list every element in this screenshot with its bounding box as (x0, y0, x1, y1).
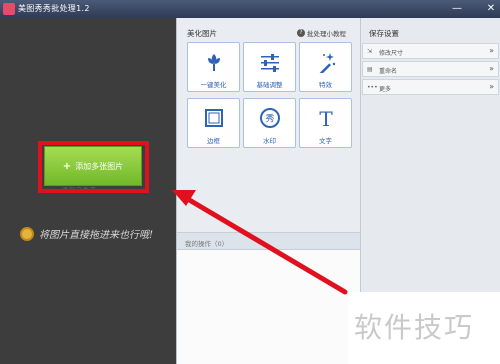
tool-label: 一键美化 (200, 81, 227, 89)
save-row-label: 修改尺寸 (379, 50, 404, 57)
tool-label: 基础调整 (256, 81, 283, 89)
watermark-glyph: 秀 (265, 113, 274, 125)
mascot-icon (20, 226, 34, 241)
close-button[interactable]: ✕ (484, 3, 498, 15)
tool-frame[interactable]: 边框 (187, 98, 240, 148)
flower-icon (202, 50, 226, 74)
save-row-resize[interactable]: ⇲ 修改尺寸 » (362, 43, 499, 59)
tool-effects[interactable]: 特效 (299, 42, 352, 92)
tool-one-click-beautify[interactable]: 一键美化 (187, 42, 240, 92)
tool-watermark[interactable]: 秀 水印 (243, 98, 296, 148)
beautify-title: 美化图片 (187, 29, 217, 38)
watermark-text: 软件技巧 (354, 311, 475, 344)
chevron-right-icon: » (489, 64, 494, 73)
chevron-right-icon: » (489, 46, 494, 55)
save-settings-title: 保存设置 (369, 29, 399, 38)
watermark-icon: 秀 (258, 106, 282, 130)
beautify-panel: 美化图片 ? 批处理小教程 一键美化 基础调整 特效 边框 秀 水印 T 文字 … (176, 18, 361, 364)
text-icon: T (314, 106, 338, 130)
chevron-right-icon: » (489, 82, 494, 91)
save-row-rename[interactable]: ▤ 重命名 » (362, 61, 499, 77)
tutorial-label: 批处理小教程 (307, 30, 346, 38)
tool-label: 特效 (319, 81, 332, 89)
resize-icon: ⇲ (367, 48, 373, 55)
tool-text[interactable]: T 文字 (299, 98, 352, 148)
tool-label: 文字 (319, 137, 332, 145)
my-operations-header: 我的操作（0） (177, 232, 361, 250)
minimize-button[interactable]: — (450, 3, 464, 15)
help-icon: ? (297, 29, 305, 37)
sliders-icon (258, 50, 282, 74)
magic-wand-icon (314, 50, 338, 74)
save-row-more[interactable]: ••• 更多 » (362, 79, 499, 95)
save-row-label: 更多 (379, 86, 392, 93)
tool-label: 水印 (263, 137, 276, 145)
tool-label: 边框 (207, 137, 220, 145)
title-bar: 美图秀秀批处理1.2 — ✕ (0, 0, 500, 18)
highlight-box (38, 141, 149, 193)
save-row-label: 重命名 (379, 68, 398, 75)
frame-icon (202, 106, 226, 130)
window-title: 美图秀秀批处理1.2 (18, 4, 90, 13)
text-glyph: T (319, 107, 333, 129)
more-icon: ••• (367, 84, 378, 91)
rename-icon: ▤ (367, 66, 373, 73)
drag-hint: 将图片直接拖进来也行哦! (20, 226, 153, 241)
tool-basic-adjust[interactable]: 基础调整 (243, 42, 296, 92)
my-operations-list (177, 250, 361, 364)
drag-hint-text: 将图片直接拖进来也行哦! (39, 230, 154, 241)
app-logo-icon (3, 3, 15, 15)
tutorial-link[interactable]: ? 批处理小教程 (297, 28, 346, 38)
